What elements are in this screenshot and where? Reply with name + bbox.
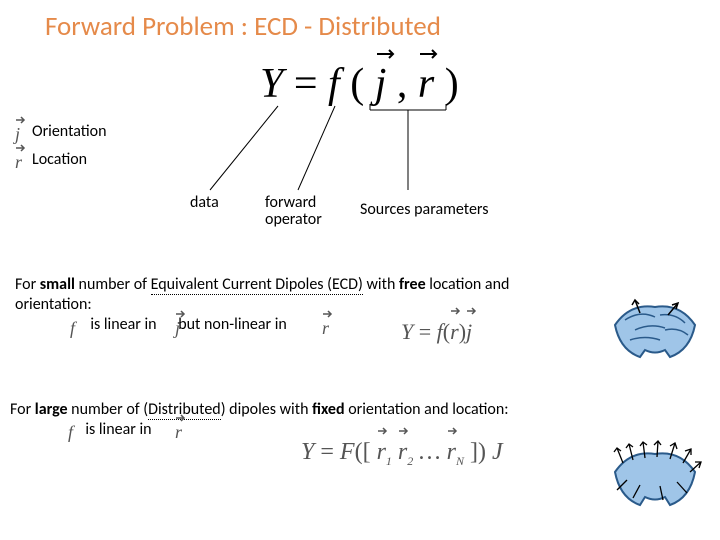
vector-arrow-icon [175, 414, 187, 422]
dist-r-sym: r [175, 422, 182, 443]
ecd-equation: Y = f(r) j [400, 318, 473, 346]
dist-text-line2: is linear in [67, 420, 151, 439]
brain-ecd-icon [610, 295, 700, 360]
connector-lines [0, 0, 720, 300]
vector-arrow-icon [450, 307, 462, 319]
ecd-f-sym: f [70, 318, 75, 339]
vector-arrow-icon [447, 427, 459, 439]
vector-arrow-icon [175, 310, 187, 318]
ecd-r-sym: r [322, 318, 329, 339]
legend-operator: operator [265, 210, 322, 229]
ecd-j-sym: j [175, 318, 180, 339]
vector-arrow-icon [377, 427, 389, 439]
vector-arrow-icon [398, 427, 410, 439]
ecd-paragraph: For small number of Equivalent Current D… [15, 275, 595, 335]
legend-data: data [190, 193, 219, 212]
distributed-paragraph: For large number of (Distributed) dipole… [10, 400, 610, 440]
dist-f-sym: f [68, 422, 73, 443]
distributed-equation: Y = F([ r1 r2 … rN ]) J [300, 438, 504, 470]
vector-arrow-icon [466, 307, 478, 319]
brain-distributed-icon [605, 430, 705, 510]
vector-arrow-icon [322, 310, 334, 318]
legend-sources: Sources parameters [360, 200, 489, 219]
